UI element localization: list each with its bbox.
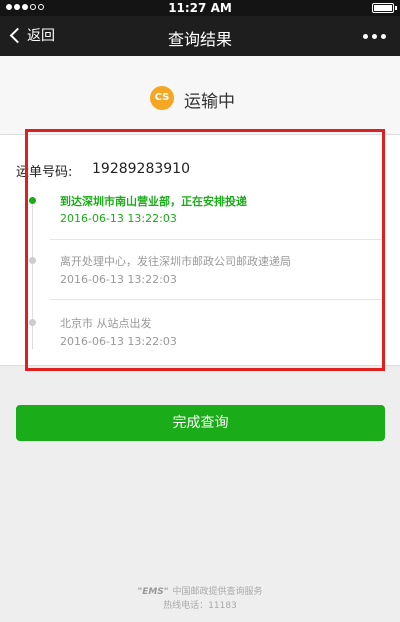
page-title: 查询结果 xyxy=(167,30,232,49)
tracking-card: 运单号码: 19289283910 到达深圳市南山营业部，正在安排投递 2016… xyxy=(0,134,400,366)
truck-status-icon: CS xyxy=(150,86,174,110)
event-description: 离开处理中心，发往深圳市邮政公司邮政速递局 xyxy=(60,255,291,268)
timeline-line xyxy=(32,199,33,349)
more-dots-icon xyxy=(363,34,368,39)
shipment-status-header: CS 运输中 xyxy=(0,56,400,134)
screen: 11:27 AM 返回 查询结果 CS 运输中 运单号码: 1928928391… xyxy=(0,0,400,622)
battery-icon xyxy=(372,3,397,13)
nav-bar: 返回 查询结果 xyxy=(0,16,400,56)
event-divider xyxy=(50,239,382,240)
done-query-button[interactable]: 完成查询 xyxy=(16,405,385,441)
timeline-dot xyxy=(29,257,36,264)
tracking-number: 19289283910 xyxy=(92,161,190,177)
shipment-status: 运输中 xyxy=(184,92,235,112)
event-description: 北京市 从站点出发 xyxy=(60,317,152,330)
event-description: 到达深圳市南山营业部，正在安排投递 xyxy=(60,195,247,208)
footer-provider: "EMS" 中国邮政提供查询服务 xyxy=(0,584,400,597)
timeline-dot-active xyxy=(29,197,36,204)
tracking-number-label: 运单号码: xyxy=(16,165,73,180)
ems-logo: "EMS" xyxy=(137,587,169,597)
status-bar: 11:27 AM xyxy=(0,0,400,16)
more-options-button[interactable] xyxy=(363,34,386,39)
footer-provider-text: 中国邮政提供查询服务 xyxy=(172,587,263,597)
event-time: 2016-06-13 13:22:03 xyxy=(60,212,177,225)
timeline-dot xyxy=(29,319,36,326)
footer-hotline: 热线电话：11183 xyxy=(163,601,237,611)
event-time: 2016-06-13 13:22:03 xyxy=(60,335,177,348)
event-divider xyxy=(50,299,382,300)
status-time: 11:27 AM xyxy=(168,1,232,15)
event-time: 2016-06-13 13:22:03 xyxy=(60,273,177,286)
